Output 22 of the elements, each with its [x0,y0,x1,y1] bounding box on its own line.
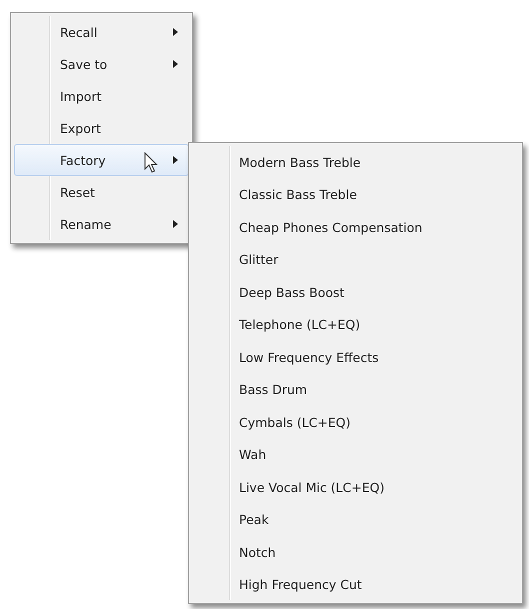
menu-item[interactable]: Classic Bass Treble [192,178,519,211]
menu-item[interactable]: Notch [192,536,519,568]
menu-item[interactable]: Telephone (LC+EQ) [192,308,519,341]
menu-item[interactable]: Wah [192,438,519,471]
menu-item[interactable]: Glitter [192,244,519,276]
menu-item[interactable]: Live Vocal Mic (LC+EQ) [192,471,519,504]
menu-item[interactable]: Cheap Phones Compensation [192,211,519,244]
menu-item[interactable]: Modern Bass Treble [192,146,519,178]
menu-item[interactable]: Import [14,80,189,112]
menu-item[interactable]: Cymbals (LC+EQ) [192,406,519,438]
menu-item[interactable]: High Frequency Cut [192,568,519,601]
menu-item[interactable]: Factory [14,144,189,176]
mouse-pointer-icon [144,152,158,174]
menu-item[interactable]: Rename [14,208,189,240]
menu-item[interactable]: Low Frequency Effects [192,341,519,374]
menu-item[interactable]: Peak [192,504,519,536]
menu-item[interactable]: Reset [14,176,189,208]
menu-item[interactable]: Deep Bass Boost [192,276,519,308]
menu-item[interactable]: Bass Drum [192,374,519,406]
menu-item[interactable]: Save to [14,48,189,80]
menu-item[interactable]: Recall [14,16,189,48]
menu-item[interactable]: Export [14,112,189,144]
